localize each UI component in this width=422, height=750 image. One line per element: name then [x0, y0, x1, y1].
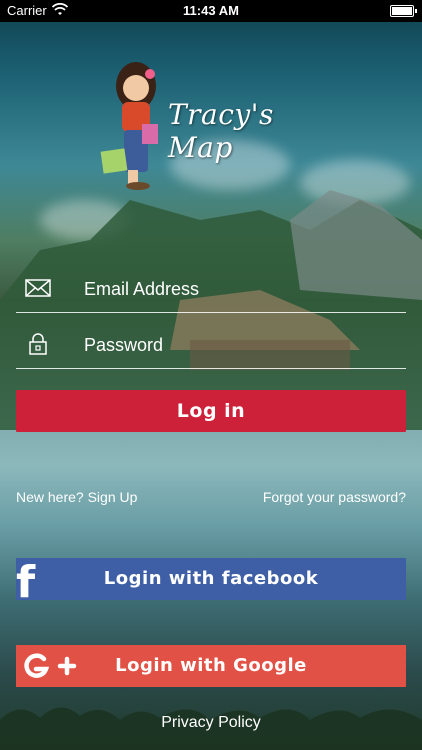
forgot-password-link[interactable]: Forgot your password?: [263, 489, 406, 505]
email-field[interactable]: Email Address: [16, 268, 406, 313]
signup-link[interactable]: New here? Sign Up: [16, 489, 137, 505]
logo-title: Tracy's Map: [168, 98, 274, 164]
email-placeholder: Email Address: [84, 279, 200, 299]
google-login-label: Login with Google: [115, 655, 307, 676]
privacy-policy-link[interactable]: Privacy Policy: [0, 714, 422, 732]
lock-icon: [29, 333, 47, 355]
login-screen: Carrier 11:43 AM Tracy's Map Email Addre…: [0, 0, 422, 750]
facebook-icon: f: [16, 557, 36, 608]
app-logo: Tracy's Map: [98, 58, 328, 198]
facebook-login-label: Login with facebook: [103, 568, 319, 589]
battery-icon: [390, 5, 417, 17]
envelope-icon: [25, 279, 51, 297]
clock: 11:43 AM: [183, 3, 239, 18]
password-field[interactable]: Password: [16, 324, 406, 369]
facebook-login-button[interactable]: f Login with facebook: [16, 557, 406, 608]
password-placeholder: Password: [84, 335, 164, 355]
login-button[interactable]: Log in: [16, 390, 406, 432]
google-login-button[interactable]: Login with Google: [16, 645, 406, 687]
status-bar: Carrier 11:43 AM: [0, 0, 422, 22]
google-plus-icon: [24, 653, 77, 678]
